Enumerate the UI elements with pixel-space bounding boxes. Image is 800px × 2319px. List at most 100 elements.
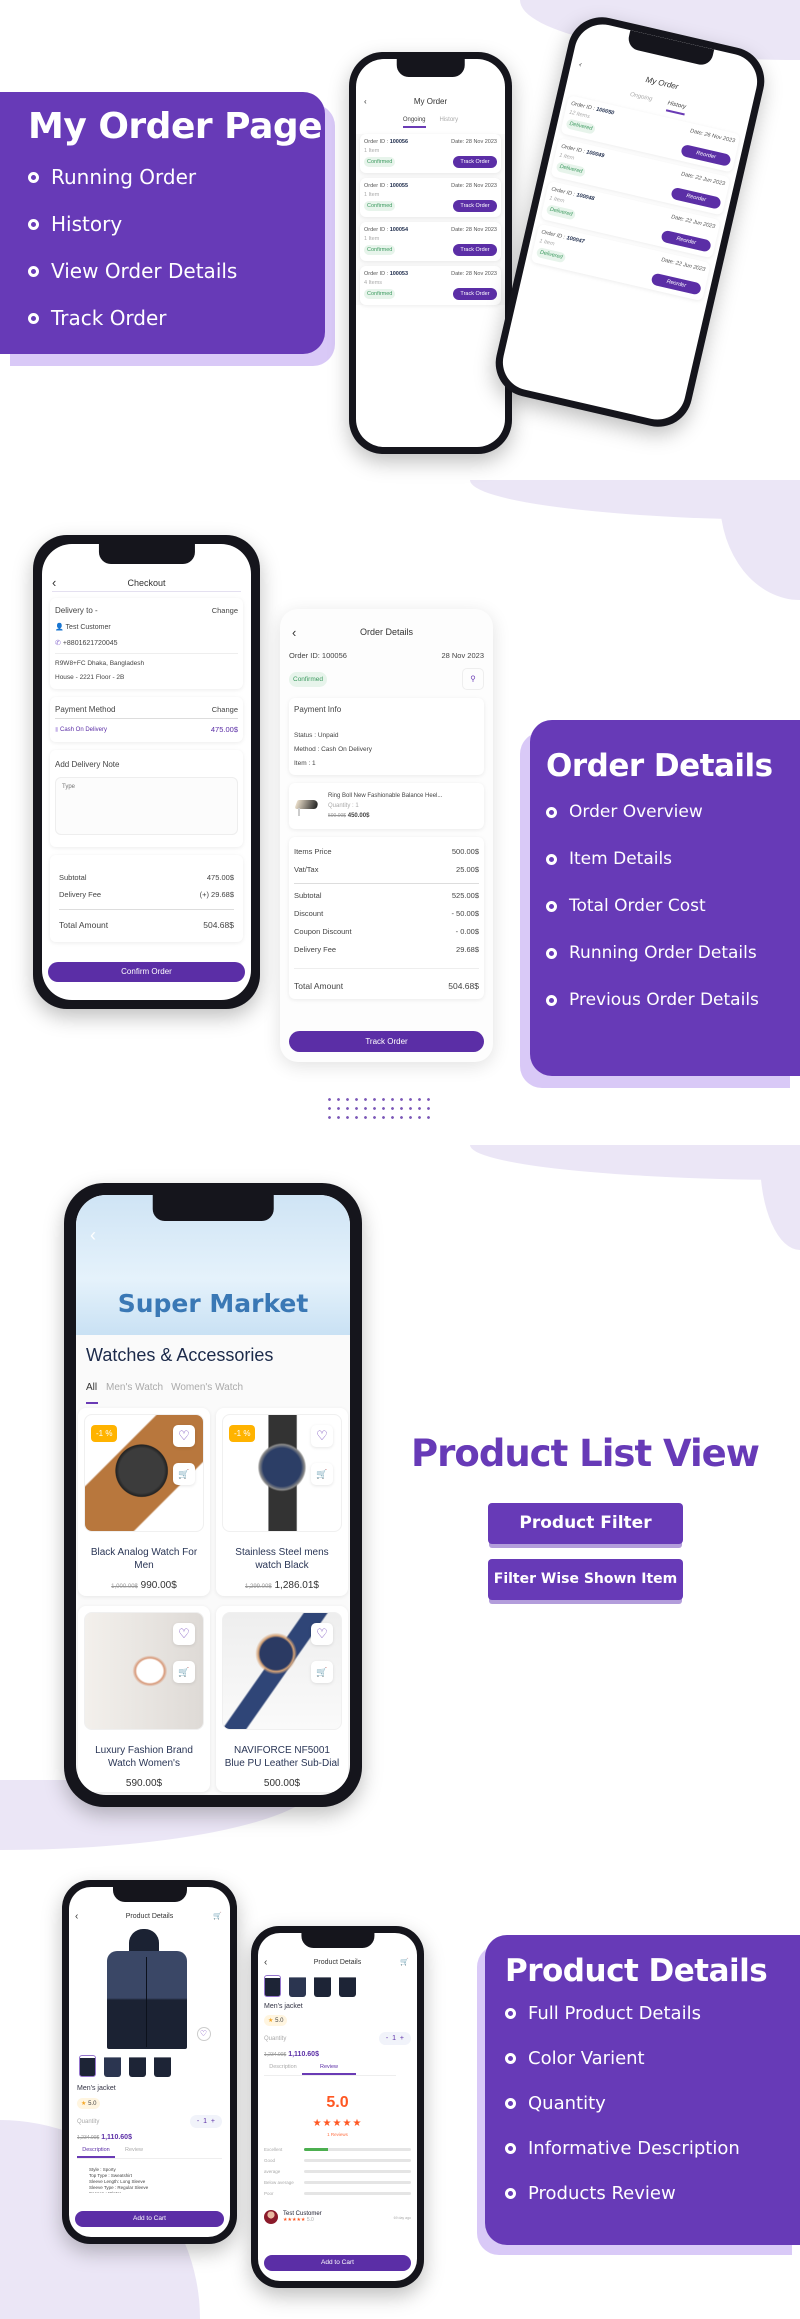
payment-method[interactable]: Cash On Delivery (60, 727, 107, 733)
order-action-button[interactable]: Track Order (453, 288, 497, 300)
cart-icon[interactable]: 🛒 (213, 1912, 222, 1920)
color-variant-thumbnail[interactable] (79, 2055, 96, 2077)
color-variant-thumbnail[interactable] (314, 1975, 331, 1997)
tab-history[interactable]: History (440, 117, 459, 128)
order-card[interactable]: Order ID : 100055 Date: 28 Nov 2023 1 Item… (360, 178, 501, 217)
order-action-button[interactable]: Track Order (453, 200, 497, 212)
color-variant-thumbnail[interactable] (339, 1975, 356, 1997)
order-card[interactable]: Order ID : 100056 Date: 28 Nov 2023 1 Item… (360, 134, 501, 173)
quantity-stepper[interactable]: - 1 + (378, 2032, 411, 2045)
tab-description[interactable]: Description (77, 2147, 115, 2158)
plus-button[interactable]: + (400, 2035, 404, 2042)
back-icon[interactable]: ‹ (75, 1911, 78, 1922)
tab-ongoing[interactable]: Ongoing (402, 117, 426, 128)
add-to-cart-icon[interactable]: 🛒 (173, 1463, 195, 1485)
back-icon[interactable]: ‹ (364, 97, 367, 106)
color-variant-thumbnail[interactable] (154, 2055, 171, 2077)
bullet-icon (546, 853, 557, 865)
product-image: -1 % ♡ 🛒 (222, 1414, 342, 1532)
order-id: 100054 (389, 227, 409, 233)
add-to-cart-button[interactable]: Add to Cart (75, 2211, 224, 2227)
add-to-cart-icon[interactable]: 🛒 (311, 1463, 333, 1485)
tab-review[interactable]: Review (302, 2064, 356, 2075)
rating-level-bar (304, 2148, 411, 2151)
rating-level-bar (304, 2170, 411, 2173)
color-variant-thumbnail[interactable] (129, 2055, 146, 2077)
discount-badge: -1 % (91, 1425, 118, 1442)
back-icon[interactable]: ‹ (52, 575, 56, 590)
rating-chip: ★ 5.0 (264, 2015, 288, 2026)
cost-row: Coupon Discount - 0.00$ (294, 927, 479, 936)
phone-notch (152, 1195, 274, 1221)
order-card[interactable]: Order ID : 100053 Date: 28 Nov 2023 4 Item… (360, 266, 501, 305)
tab-ongoing[interactable]: Ongoing (628, 92, 652, 108)
label-text: Filter Wise Shown Item (493, 1571, 678, 1587)
background-blob (720, 500, 800, 600)
back-icon[interactable]: ‹ (292, 625, 296, 640)
minus-button[interactable]: - (197, 2118, 199, 2125)
delivery-note-input[interactable] (55, 777, 238, 835)
back-icon[interactable]: ‹ (264, 1957, 267, 1968)
tab-description[interactable]: Description (264, 2064, 302, 2075)
phone-product-description: ‹ Product Details 🛒 ♡ Men's jacket ★ 5.0… (62, 1880, 237, 2244)
product-card[interactable]: -1 % ♡ 🛒 Stainless Steel mens watch Black 1,… (216, 1408, 348, 1596)
delivery-card: Delivery to - Change 👤 Test Customer ✆ +8… (50, 598, 243, 689)
feature-item: Running Order Details (546, 943, 800, 963)
feature-label: Color Varient (528, 2048, 645, 2069)
phone-checkout: ‹ Checkout Delivery to - Change 👤 Test Cu… (33, 535, 260, 1009)
color-variant-thumbnail[interactable] (264, 1975, 281, 1997)
filter-all[interactable]: All (86, 1382, 98, 1404)
add-to-cart-icon[interactable]: 🛒 (173, 1661, 195, 1683)
order-action-button[interactable]: Track Order (453, 156, 497, 168)
status-badge: Confirmed (364, 157, 396, 167)
cart-icon[interactable]: 🛒 (400, 1958, 409, 1966)
track-order-button[interactable]: Track Order (289, 1031, 484, 1052)
favorite-icon[interactable]: ♡ (311, 1623, 333, 1645)
feature-item: Color Varient (505, 2048, 800, 2069)
order-date: Date: 28 Nov 2023 (451, 183, 497, 189)
description-item: Season : Winter (89, 2191, 230, 2193)
confirm-order-button[interactable]: Confirm Order (48, 962, 245, 982)
status-badge: Confirmed (364, 245, 396, 255)
back-icon[interactable]: ‹ (90, 1225, 96, 1246)
favorite-icon[interactable]: ♡ (196, 2027, 211, 2041)
rating-level-label: Excellent (264, 2147, 283, 2152)
product-name: Stainless Steel mens watch Black (235, 1547, 329, 1571)
item-count: Item : 1 (294, 760, 316, 767)
label-text: Product Filter (519, 1513, 652, 1533)
order-item-card[interactable]: Ring Boll New Fashionable Balance Heel..… (289, 783, 484, 829)
filter-mens-watch[interactable]: Men's Watch (106, 1382, 163, 1404)
my-order-banner: My Order Page Running Order History View O… (0, 92, 325, 354)
favorite-icon[interactable]: ♡ (173, 1425, 195, 1447)
order-action-button[interactable]: Track Order (453, 244, 497, 256)
reviewer-stars: ★★★★★ (283, 2217, 306, 2223)
product-image-jacket: ♡ (95, 1929, 211, 2049)
change-payment-button[interactable]: Change (212, 705, 238, 714)
product-card[interactable]: -1 % ♡ 🛒 Black Analog Watch For Men 1,000.00… (78, 1408, 210, 1596)
product-card[interactable]: ♡ 🛒 NAVIFORCE NF5001 Blue PU Leather Sub-D… (216, 1606, 348, 1792)
rating-chip: ★ 5.0 (77, 2098, 101, 2109)
plus-button[interactable]: + (211, 2118, 215, 2125)
track-location-icon[interactable]: ⚲ (462, 668, 484, 690)
color-variant-thumbnail[interactable] (104, 2055, 121, 2077)
status-badge: Confirmed (364, 201, 396, 211)
minus-button[interactable]: - (386, 2035, 388, 2042)
add-to-cart-button[interactable]: Add to Cart (264, 2255, 411, 2271)
add-to-cart-icon[interactable]: 🛒 (311, 1661, 333, 1683)
back-icon[interactable]: ‹ (578, 59, 583, 68)
tab-history[interactable]: History (665, 100, 687, 116)
color-variant-thumbnail[interactable] (289, 1975, 306, 1997)
change-address-button[interactable]: Change (212, 606, 238, 615)
tab-review[interactable]: Review (115, 2147, 153, 2158)
quantity-stepper[interactable]: - 1 + (189, 2115, 222, 2128)
product-name: Ring Boll New Fashionable Balance Heel..… (328, 793, 443, 799)
total-value: 504.68$ (203, 920, 234, 930)
product-card[interactable]: ♡🛒Luxury Fashion Brand Watch Women's Rhi… (78, 1606, 210, 1792)
favorite-icon[interactable]: ♡ (173, 1623, 195, 1645)
filter-womens-watch[interactable]: Women's Watch (171, 1382, 243, 1404)
feature-label: Item Details (569, 849, 673, 869)
favorite-icon[interactable]: ♡ (311, 1425, 333, 1447)
order-card[interactable]: Order ID : 100054 Date: 28 Nov 2023 1 Item… (360, 222, 501, 261)
status-badge: Confirmed (364, 289, 396, 299)
cost-row: Subtotal 525.00$ (294, 883, 479, 900)
